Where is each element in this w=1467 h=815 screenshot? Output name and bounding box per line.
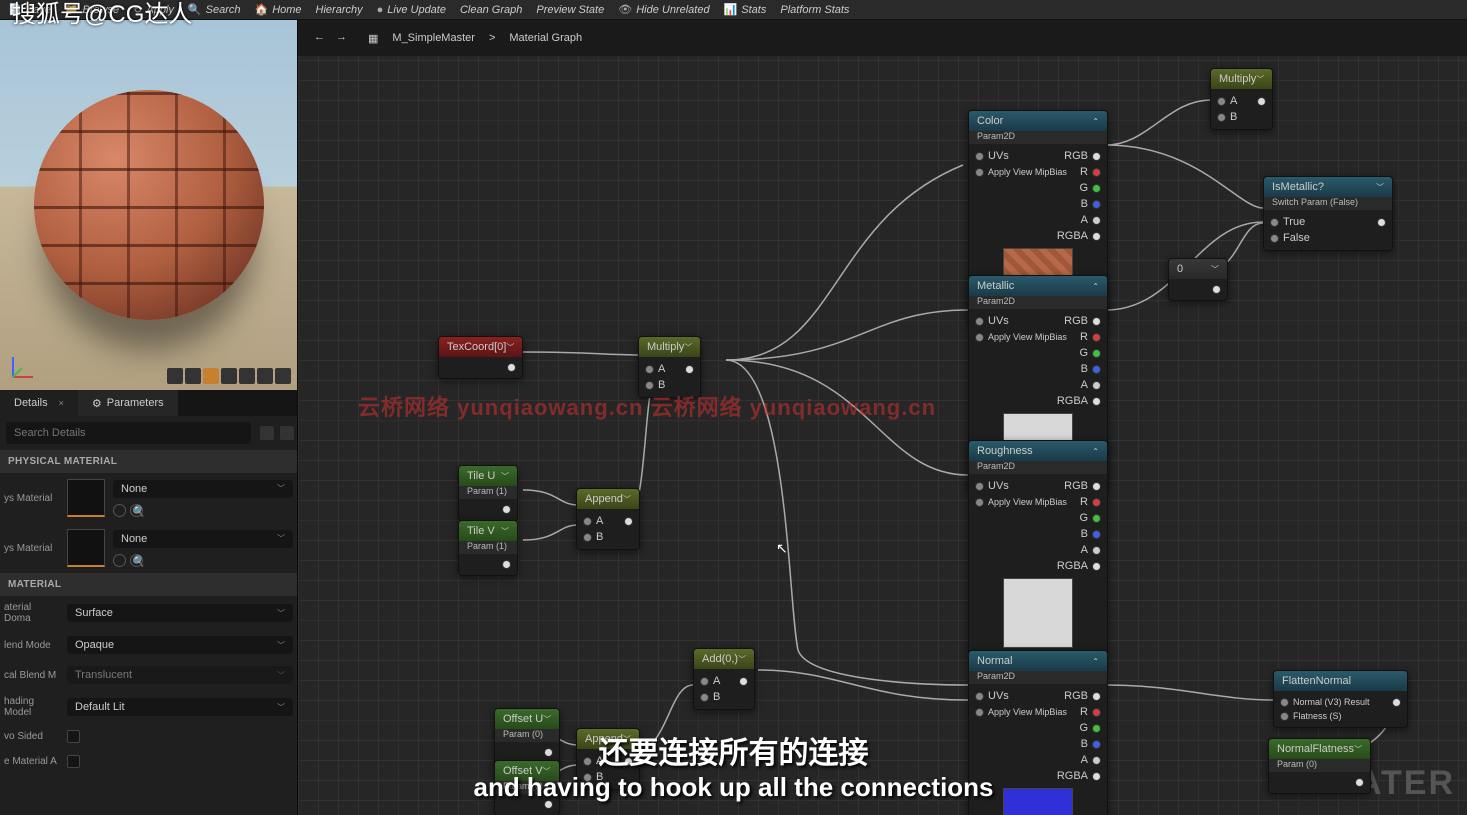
panel-tabs: Details× ⚙ Parameters <box>0 390 297 416</box>
node-append-1[interactable]: Append﹀ AB <box>576 488 640 550</box>
tab-parameters[interactable]: ⚙ Parameters <box>78 390 178 416</box>
dd-shading[interactable]: Default Lit﹀ <box>67 698 293 716</box>
dd-blend[interactable]: Opaque﹀ <box>67 636 293 654</box>
nav-back-icon[interactable]: ← <box>314 31 328 45</box>
breadcrumb: ←→ ▦ M_SimpleMaster > Material Graph <box>298 20 1467 56</box>
search-details-input[interactable] <box>6 422 251 444</box>
dropdown-none-2[interactable]: None﹀ <box>113 530 293 548</box>
node-multiply-2[interactable]: Multiply﹀ AB <box>1210 68 1273 130</box>
dd-decal[interactable]: Translucent﹀ <box>67 666 293 684</box>
tb-preview[interactable]: Preview State <box>536 4 604 16</box>
section-physical[interactable]: PHYSICAL MATERIAL <box>0 450 297 473</box>
tb-stats[interactable]: 📊 Stats <box>724 3 767 16</box>
cb-twosided[interactable] <box>67 730 80 743</box>
left-panel: Details× ⚙ Parameters PHYSICAL MATERIAL … <box>0 20 298 815</box>
browse-icon[interactable]: 🔍 <box>130 554 143 567</box>
prop-phys-material-1: ys Material None﹀🔍 <box>0 473 297 523</box>
top-toolbar: 📄 Save 📁 Browse ↻ Apply 🔍 Search 🏠 Home … <box>0 0 1467 20</box>
tb-clean[interactable]: Clean Graph <box>460 4 522 16</box>
subtitle: 还要连接所有的连接 and having to hook up all the … <box>473 728 993 803</box>
use-icon[interactable] <box>113 554 126 567</box>
node-tile-u[interactable]: Tile U﹀ Param (1) <box>458 465 518 521</box>
preview-sphere <box>34 90 264 320</box>
node-roughness[interactable]: Roughness⌃ Param2D UVsRGB Apply View Mip… <box>968 440 1108 657</box>
material-preview[interactable] <box>0 20 297 390</box>
asset-thumb[interactable] <box>67 529 105 567</box>
dd-domain[interactable]: Surface﹀ <box>67 604 293 622</box>
dropdown-none-1[interactable]: None﹀ <box>113 480 293 498</box>
bc-root[interactable]: M_SimpleMaster <box>392 32 475 44</box>
node-flatten-normal[interactable]: FlattenNormal Normal (V3) Result Flatnes… <box>1273 670 1408 728</box>
section-material[interactable]: MATERIAL <box>0 573 297 596</box>
node-tile-v[interactable]: Tile V﹀ Param (1) <box>458 520 518 576</box>
bc-icon: ▦ <box>368 32 378 45</box>
filter-icon[interactable] <box>260 426 274 440</box>
close-icon[interactable]: × <box>59 398 64 408</box>
axis-gizmo <box>8 352 38 382</box>
material-graph[interactable]: ←→ ▦ M_SimpleMaster > Material Graph 云桥网… <box>298 20 1467 815</box>
tab-details[interactable]: Details× <box>0 390 78 416</box>
bc-leaf: Material Graph <box>509 32 582 44</box>
settings-icon[interactable] <box>280 426 294 440</box>
tb-search[interactable]: 🔍 Search <box>188 3 241 16</box>
mouse-cursor-icon: ↖ <box>776 540 788 557</box>
viewport-tools[interactable] <box>167 368 291 384</box>
node-multiply[interactable]: Multiply﹀ AB <box>638 336 701 398</box>
tb-hide[interactable]: 👁 Hide Unrelated <box>618 3 709 16</box>
node-ismetallic[interactable]: IsMetallic?﹀ Switch Param (False) True F… <box>1263 176 1393 251</box>
use-icon[interactable] <box>113 504 126 517</box>
nav-fwd-icon[interactable]: → <box>336 31 350 45</box>
node-normal-flatness[interactable]: NormalFlatness﹀ Param (0) <box>1268 738 1371 794</box>
tb-platform[interactable]: Platform Stats <box>780 4 849 16</box>
watermark-mid: 云桥网络 yunqiaowang.cn 云桥网络 yunqiaowang.cn <box>358 390 936 422</box>
cb-matattr[interactable] <box>67 755 80 768</box>
watermark-top: 搜狐号@CG达人 <box>12 0 192 29</box>
node-constant-0[interactable]: 0﹀ <box>1168 258 1228 301</box>
prop-phys-material-2: ys Material None﹀🔍 <box>0 523 297 573</box>
tb-hierarchy[interactable]: Hierarchy <box>316 4 363 16</box>
node-add[interactable]: Add(0,)﹀ AB <box>693 648 755 710</box>
tb-home[interactable]: 🏠 Home <box>254 3 301 16</box>
tb-live[interactable]: ● Live Update <box>377 4 446 16</box>
browse-icon[interactable]: 🔍 <box>130 504 143 517</box>
node-texcoord[interactable]: TexCoord[0]﹀ <box>438 336 523 379</box>
asset-thumb[interactable] <box>67 479 105 517</box>
